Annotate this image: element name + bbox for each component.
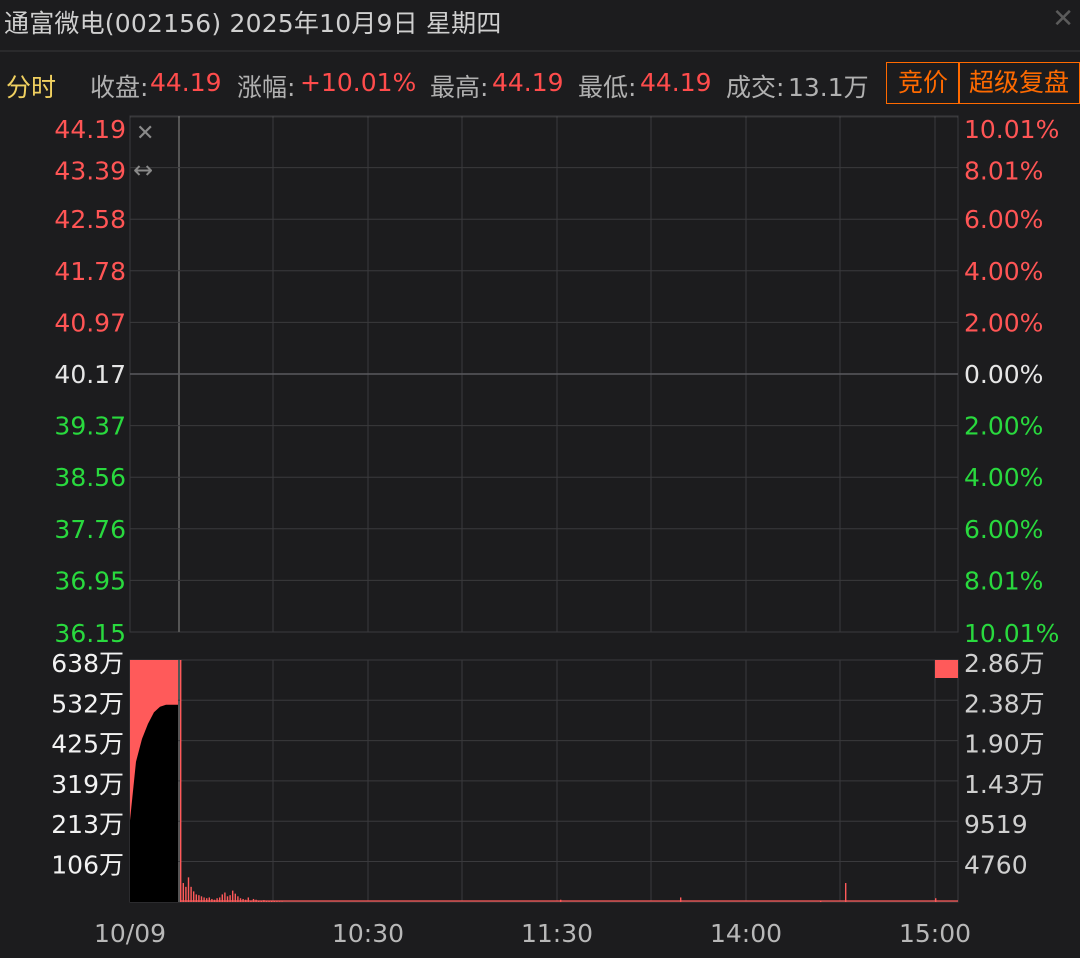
time-tick: 11:30 bbox=[521, 919, 593, 948]
price-tick-right: 10.01% bbox=[964, 619, 1059, 648]
price-tick-left: 38.56 bbox=[54, 463, 126, 492]
volume-tick-right: 9519 bbox=[964, 810, 1028, 839]
volume-tick-left: 319万 bbox=[51, 770, 124, 799]
price-tick-right: 0.00% bbox=[964, 360, 1043, 389]
time-tick: 15:00 bbox=[899, 919, 971, 948]
volume-bar bbox=[232, 890, 234, 902]
volume-tick-left: 425万 bbox=[51, 730, 124, 759]
volume-tick-left: 213万 bbox=[51, 810, 124, 839]
price-tick-right: 6.00% bbox=[964, 515, 1043, 544]
price-tick-right: 8.01% bbox=[964, 566, 1043, 595]
price-tick-left: 36.15 bbox=[54, 619, 126, 648]
close-crosshair-icon: ✕ bbox=[136, 121, 154, 146]
price-tick-left: 39.37 bbox=[54, 412, 126, 441]
price-tick-right: 10.01% bbox=[964, 115, 1059, 144]
price-tick-left: 41.78 bbox=[54, 257, 126, 286]
price-tick-left: 36.95 bbox=[54, 566, 126, 595]
price-tick-left: 40.17 bbox=[54, 360, 126, 389]
volume-bar bbox=[845, 883, 847, 902]
price-tick-right: 4.00% bbox=[964, 463, 1043, 492]
volume-tick-right: 2.86万 bbox=[964, 649, 1045, 678]
volume-bar bbox=[182, 883, 184, 902]
volume-bar bbox=[180, 660, 182, 902]
volume-bar bbox=[187, 877, 190, 902]
price-tick-left: 40.97 bbox=[54, 308, 126, 337]
price-tick-left: 42.58 bbox=[54, 205, 126, 234]
close-auction-bar bbox=[935, 660, 958, 678]
volume-tick-right: 1.90万 bbox=[964, 730, 1045, 759]
volume-tick-left: 638万 bbox=[51, 649, 124, 678]
volume-bar bbox=[190, 886, 192, 902]
price-tick-right: 2.00% bbox=[964, 412, 1043, 441]
time-tick: 10/09 bbox=[94, 919, 166, 948]
volume-tick-left: 106万 bbox=[51, 851, 124, 880]
intraday-chart: 44.19 10.01% 43.39 8.01% 42.58 6.00% 41.78 4.00… bbox=[51, 115, 1059, 948]
time-tick: 10:30 bbox=[332, 919, 404, 948]
price-tick-left: 44.19 bbox=[54, 115, 126, 144]
expand-arrows-icon: ↔ bbox=[133, 156, 153, 184]
price-tick-right: 2.00% bbox=[964, 308, 1043, 337]
volume-tick-right: 2.38万 bbox=[964, 689, 1045, 718]
volume-bar bbox=[185, 886, 187, 902]
volume-tick-right: 1.43万 bbox=[964, 770, 1045, 799]
volume-tick-left: 532万 bbox=[51, 689, 124, 718]
price-tick-left: 43.39 bbox=[54, 157, 126, 186]
price-tick-right: 6.00% bbox=[964, 205, 1043, 234]
volume-tick-right: 4760 bbox=[964, 851, 1028, 880]
price-tick-left: 37.76 bbox=[54, 515, 126, 544]
price-tick-right: 8.01% bbox=[964, 157, 1043, 186]
price-tick-right: 4.00% bbox=[964, 257, 1043, 286]
time-tick: 14:00 bbox=[710, 919, 782, 948]
